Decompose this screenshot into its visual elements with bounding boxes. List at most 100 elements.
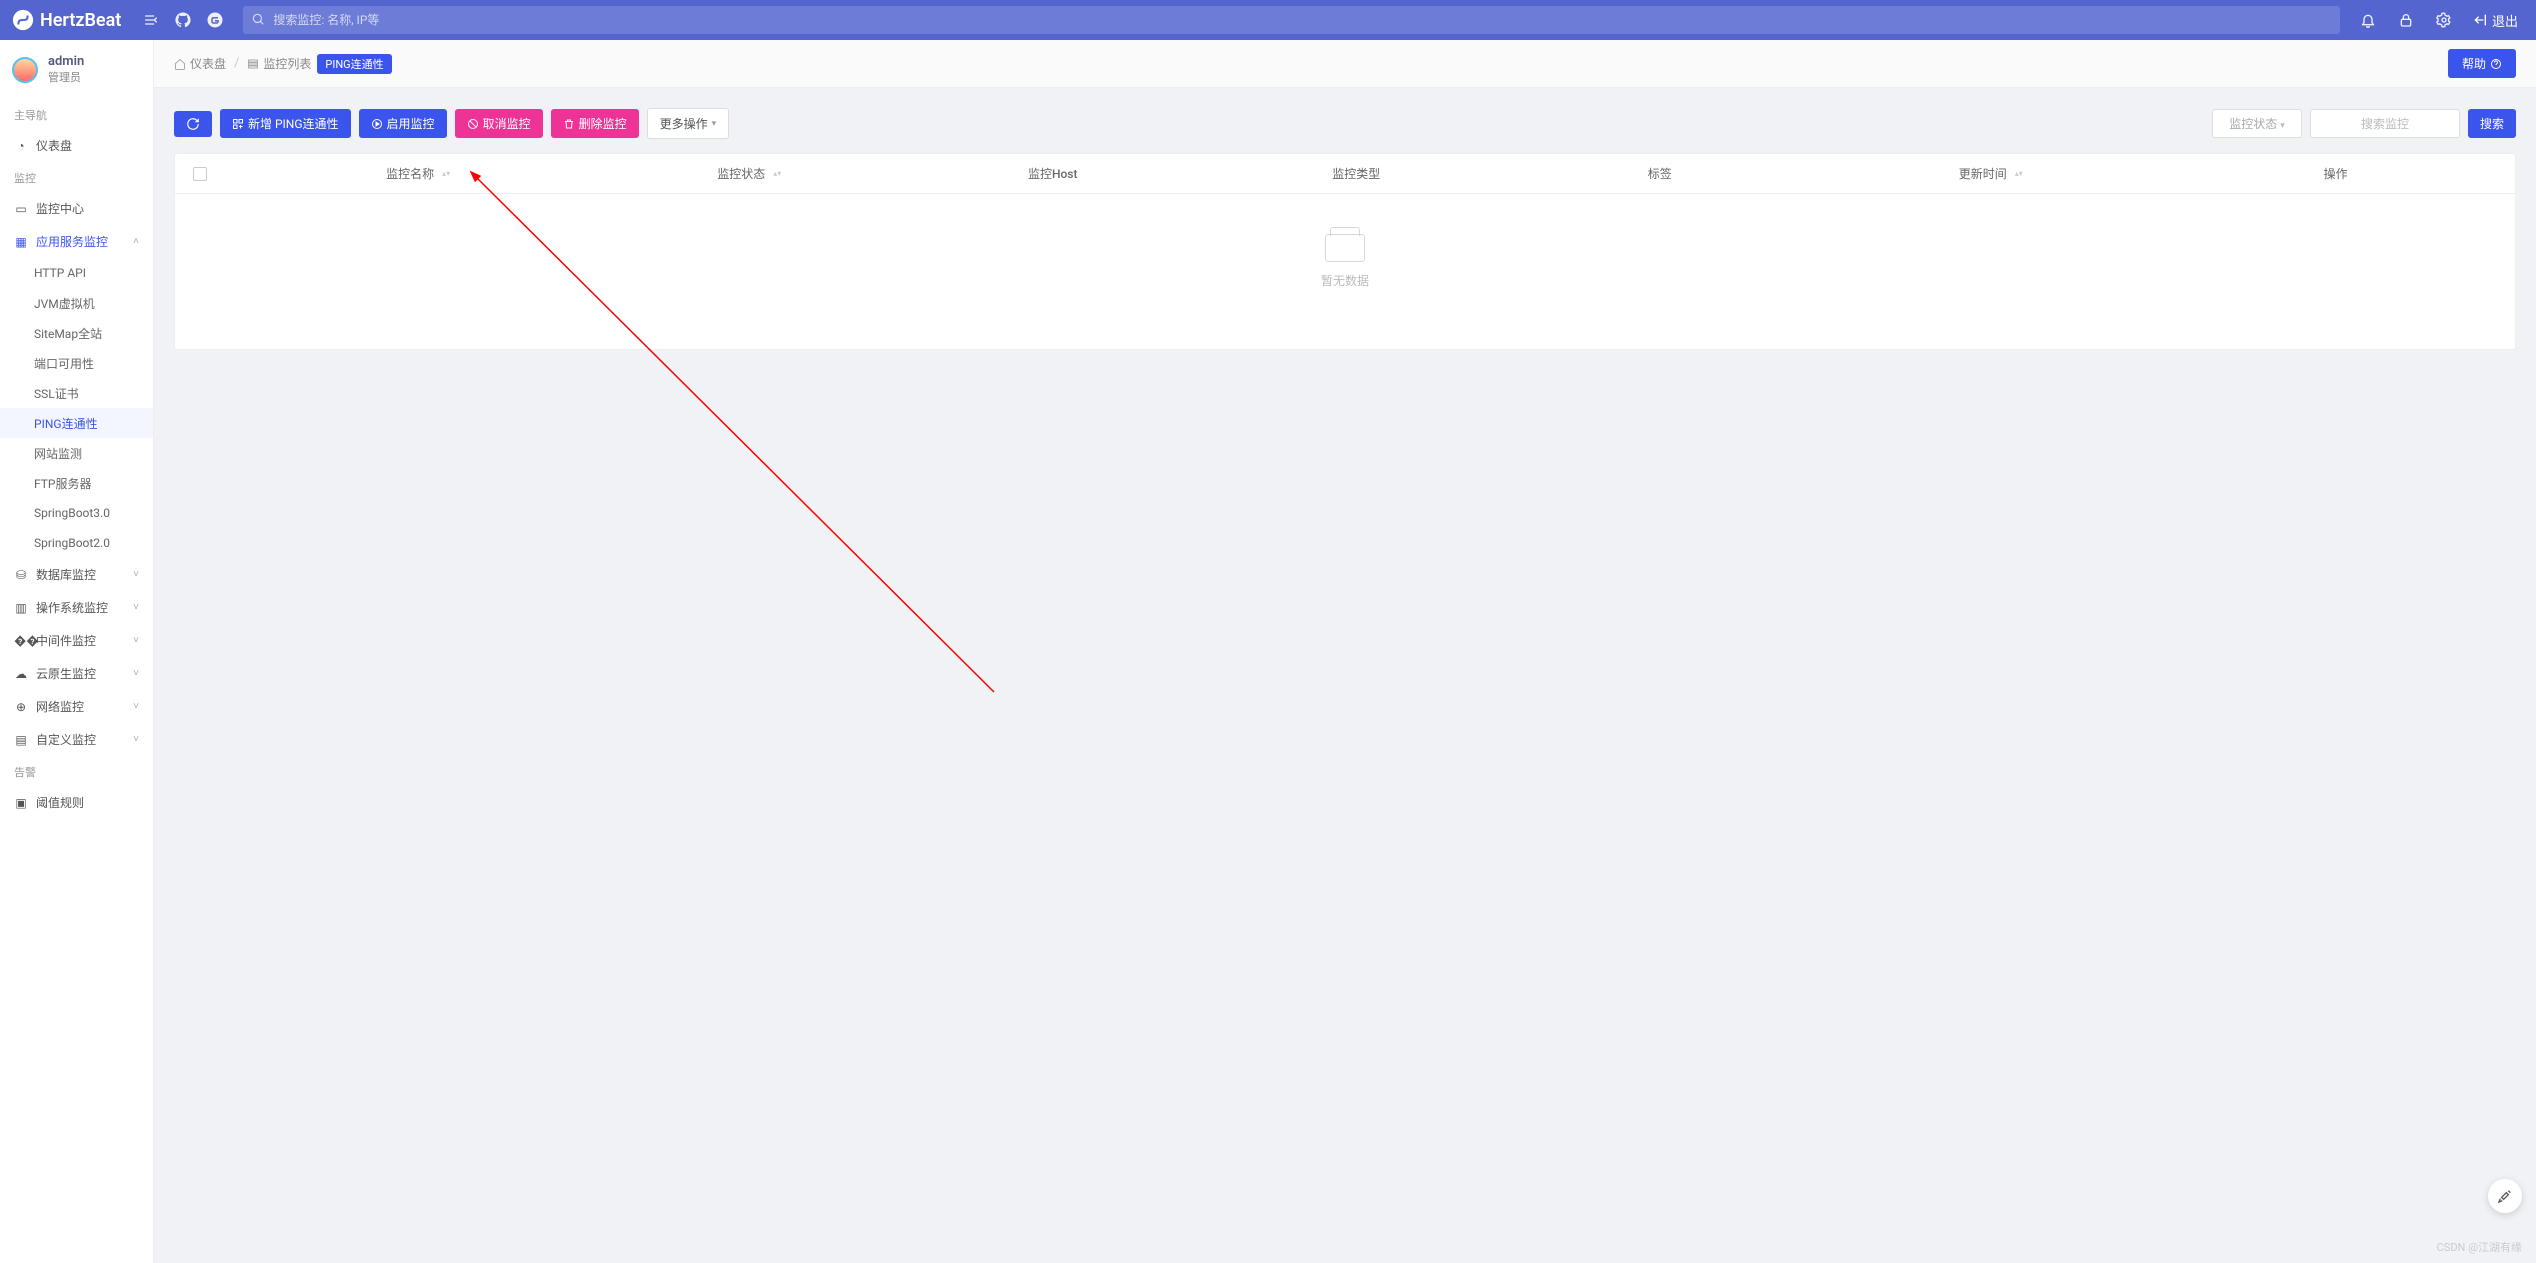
table-header: 监控名称▴▾ 监控状态▴▾ 监控Host 监控类型 标签 更新时间▴▾ 操作: [175, 154, 2515, 194]
user-name: admin: [48, 54, 84, 69]
col-tags: 标签: [1494, 165, 1825, 182]
os-icon: ▥: [14, 601, 28, 615]
sidebar-sub-jvm[interactable]: JVM虚拟机: [0, 288, 153, 318]
tools-icon: [2497, 1188, 2513, 1204]
net-icon: ⊕: [14, 700, 28, 714]
sidebar-sub-sb3[interactable]: SpringBoot3.0: [0, 498, 153, 528]
sidebar-sub-sb2[interactable]: SpringBoot2.0: [0, 528, 153, 558]
sort-icon: ▴▾: [442, 171, 450, 176]
chevron-down-icon: ˅: [133, 569, 139, 580]
global-search: [243, 6, 2340, 34]
rule-icon: ▣: [14, 796, 28, 810]
col-name[interactable]: 监控名称▴▾: [225, 165, 611, 182]
sidebar-sub-sitemap[interactable]: SiteMap全站: [0, 318, 153, 348]
col-type: 监控类型: [1218, 165, 1494, 182]
top-header: HertzBeat 退出: [0, 0, 2536, 40]
grid-icon: ▦: [14, 235, 28, 249]
user-role: 管理员: [48, 69, 84, 85]
global-search-input[interactable]: [243, 6, 2340, 34]
enable-monitor-button[interactable]: 启用监控: [359, 109, 447, 138]
bell-icon[interactable]: [2352, 4, 2384, 36]
refresh-icon: [186, 117, 200, 131]
sidebar-item-db[interactable]: ⛁数据库监控˅: [0, 558, 153, 591]
gitee-icon[interactable]: [199, 4, 231, 36]
logout-label: 退出: [2492, 11, 2518, 30]
search-monitor-input[interactable]: [2310, 109, 2460, 138]
sidebar-sub-http[interactable]: HTTP API: [0, 258, 153, 288]
sidebar-item-custom[interactable]: ▤自定义监控˅: [0, 723, 153, 756]
brand-logo[interactable]: HertzBeat: [12, 9, 121, 31]
sidebar-item-middleware[interactable]: ��中间件监控˅: [0, 624, 153, 657]
help-icon: [2490, 58, 2502, 70]
main-content: 仪表盘 / 监控列表 PING连通性 帮助 新增 PING连通性 启用监控 取消…: [154, 40, 2536, 1263]
cloud-icon: ☁: [14, 667, 28, 681]
col-status[interactable]: 监控状态▴▾: [611, 165, 887, 182]
chevron-up-icon: ˄: [133, 236, 139, 247]
sidebar-sub-ftp[interactable]: FTP服务器: [0, 468, 153, 498]
breadcrumb-dashboard[interactable]: 仪表盘: [174, 55, 226, 72]
status-filter-select[interactable]: 监控状态 ▾: [2212, 109, 2302, 138]
avatar: [12, 57, 38, 83]
user-block: admin 管理员: [0, 40, 153, 99]
chevron-down-icon: ˅: [133, 668, 139, 679]
cancel-monitor-button[interactable]: 取消监控: [455, 109, 543, 138]
sidebar-sub-website[interactable]: 网站监测: [0, 438, 153, 468]
nav-section-monitor: 监控: [0, 162, 153, 192]
sidebar-item-app-service[interactable]: ▦应用服务监控˄: [0, 225, 153, 258]
trash-icon: [563, 118, 575, 130]
lock-icon[interactable]: [2390, 4, 2422, 36]
menu-toggle-icon[interactable]: [135, 4, 167, 36]
chevron-down-icon: ˅: [133, 734, 139, 745]
empty-state: 暂无数据: [175, 194, 2515, 349]
col-updated[interactable]: 更新时间▴▾: [1825, 165, 2156, 182]
empty-icon: [1325, 234, 1365, 262]
sidebar-item-network[interactable]: ⊕网络监控˅: [0, 690, 153, 723]
sidebar-item-dashboard[interactable]: ◔仪表盘: [0, 129, 153, 162]
sidebar-item-os[interactable]: ▥操作系统监控˅: [0, 591, 153, 624]
play-icon: [371, 118, 383, 130]
monitor-table: 监控名称▴▾ 监控状态▴▾ 监控Host 监控类型 标签 更新时间▴▾ 操作 暂…: [174, 153, 2516, 350]
sidebar: admin 管理员 主导航 ◔仪表盘 监控 ▭监控中心 ▦应用服务监控˄ HTT…: [0, 40, 154, 1263]
monitor-icon: ▭: [14, 202, 28, 216]
breadcrumb: 仪表盘 / 监控列表 PING连通性 帮助: [154, 40, 2536, 88]
sidebar-item-monitor-center[interactable]: ▭监控中心: [0, 192, 153, 225]
breadcrumb-tag: PING连通性: [317, 54, 391, 74]
sidebar-sub-port[interactable]: 端口可用性: [0, 348, 153, 378]
more-actions-button[interactable]: 更多操作 ▾: [647, 108, 730, 139]
brand-icon: [12, 9, 34, 31]
refresh-button[interactable]: [174, 111, 212, 137]
github-icon[interactable]: [167, 4, 199, 36]
chevron-down-icon: ˅: [133, 602, 139, 613]
chevron-down-icon: ▾: [712, 119, 717, 129]
watermark: CSDN @江湖有缘: [2437, 1239, 2522, 1255]
search-button[interactable]: 搜索: [2468, 109, 2516, 138]
add-monitor-button[interactable]: 新增 PING连通性: [220, 109, 351, 138]
breadcrumb-list[interactable]: 监控列表: [247, 55, 311, 72]
custom-icon: ▤: [14, 733, 28, 747]
sort-icon: ▴▾: [2015, 171, 2023, 176]
db-icon: ⛁: [14, 568, 28, 582]
delete-monitor-button[interactable]: 删除监控: [551, 109, 639, 138]
sidebar-sub-ssl[interactable]: SSL证书: [0, 378, 153, 408]
logout-button[interactable]: 退出: [2466, 11, 2524, 30]
tools-fab[interactable]: [2488, 1179, 2522, 1213]
select-all-checkbox[interactable]: [175, 167, 225, 181]
search-icon: [251, 12, 265, 26]
help-button[interactable]: 帮助: [2448, 49, 2516, 78]
chevron-down-icon: ˅: [133, 701, 139, 712]
gear-icon[interactable]: [2428, 4, 2460, 36]
sidebar-sub-ping[interactable]: PING连通性: [0, 408, 153, 438]
sidebar-item-alert-rule[interactable]: ▣阈值规则: [0, 786, 153, 819]
cancel-icon: [467, 118, 479, 130]
sidebar-item-cloud[interactable]: ☁云原生监控˅: [0, 657, 153, 690]
brand-text: HertzBeat: [40, 10, 121, 31]
plus-grid-icon: [232, 118, 244, 130]
home-icon: [174, 58, 186, 70]
chevron-down-icon: ▾: [2280, 121, 2285, 131]
toolbar: 新增 PING连通性 启用监控 取消监控 删除监控 更多操作 ▾ 监控状态 ▾ …: [174, 108, 2516, 139]
col-host: 监控Host: [887, 165, 1218, 182]
sort-icon: ▴▾: [773, 171, 781, 176]
col-ops: 操作: [2156, 165, 2515, 182]
dashboard-icon: ◔: [14, 139, 28, 153]
chevron-down-icon: ˅: [133, 635, 139, 646]
